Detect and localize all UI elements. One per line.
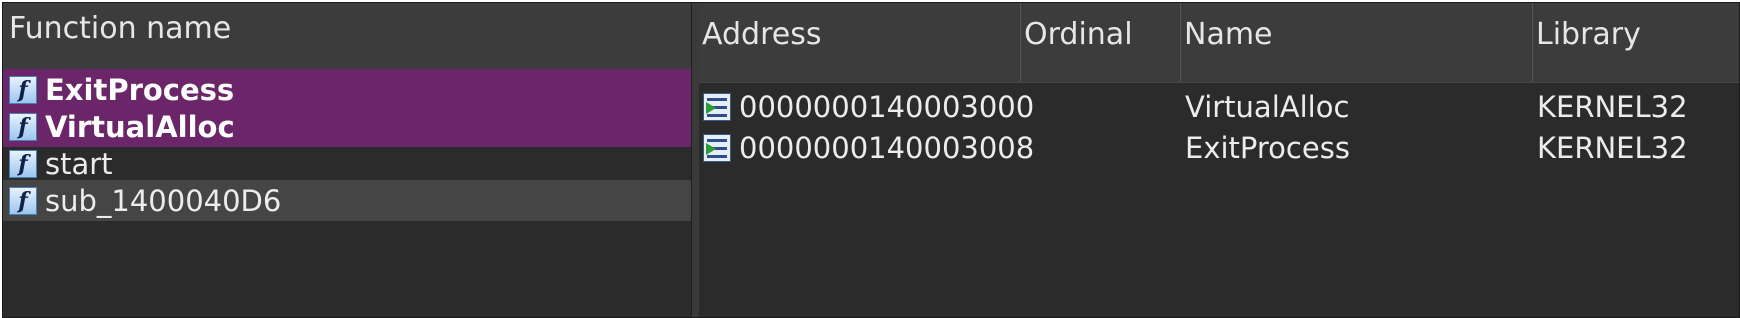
column-header-library[interactable]: Library <box>1533 3 1739 83</box>
column-header-name[interactable]: Name <box>1181 3 1533 83</box>
import-name: ExitProcess <box>1185 131 1350 165</box>
address-header-label: Address <box>702 17 822 52</box>
function-name: ExitProcess <box>45 72 235 107</box>
import-entry-icon <box>703 134 731 162</box>
import-name: VirtualAlloc <box>1185 90 1350 124</box>
import-library: KERNEL32 <box>1537 90 1688 124</box>
function-icon: f <box>9 75 37 104</box>
imports-pane: Address Ordinal Name Library 00000001400… <box>699 3 1739 317</box>
functions-pane: Function name f ExitProcess f VirtualAll… <box>3 3 691 317</box>
import-row[interactable]: 0000000140003008 ExitProcess KERNEL32 <box>699 128 1739 169</box>
import-address: 0000000140003000 <box>739 90 1035 124</box>
function-row-start[interactable]: f start <box>3 143 691 184</box>
function-icon: f <box>9 186 37 215</box>
column-header-address[interactable]: Address <box>699 3 1021 83</box>
ordinal-header-label: Ordinal <box>1024 17 1133 52</box>
import-library: KERNEL32 <box>1537 131 1688 165</box>
column-header-ordinal[interactable]: Ordinal <box>1021 3 1181 83</box>
function-row-sub-1400040d6[interactable]: f sub_1400040D6 <box>3 180 691 221</box>
functions-column-header[interactable]: Function name <box>3 3 691 76</box>
import-entry-icon <box>703 93 731 121</box>
function-name: start <box>45 146 113 181</box>
function-name: VirtualAlloc <box>45 109 235 144</box>
function-icon: f <box>9 149 37 178</box>
function-row-exitprocess[interactable]: f ExitProcess <box>3 69 691 110</box>
function-name-header-label: Function name <box>9 11 232 46</box>
import-row[interactable]: 0000000140003000 VirtualAlloc KERNEL32 <box>699 87 1739 128</box>
function-name: sub_1400040D6 <box>45 183 282 218</box>
name-header-label: Name <box>1184 17 1273 52</box>
function-icon: f <box>9 112 37 141</box>
library-header-label: Library <box>1536 17 1641 52</box>
import-address: 0000000140003008 <box>739 131 1035 165</box>
function-row-virtualalloc[interactable]: f VirtualAlloc <box>3 106 691 147</box>
ida-window: Function name f ExitProcess f VirtualAll… <box>2 2 1740 318</box>
